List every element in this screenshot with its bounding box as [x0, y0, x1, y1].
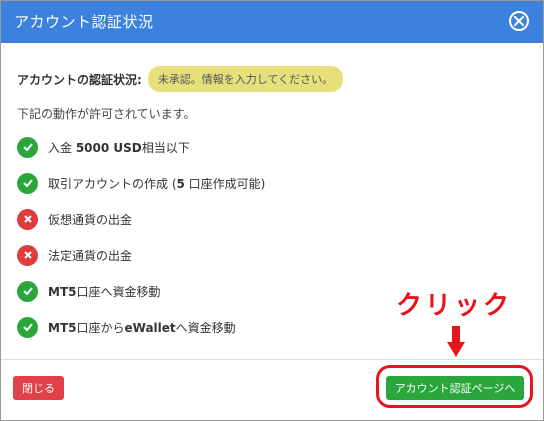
list-item: MT5口座へ資金移動	[17, 280, 265, 302]
permission-label: 仮想通貨の出金	[48, 212, 133, 227]
permission-label: MT5口座へ資金移動	[48, 284, 161, 299]
click-annotation: クリック	[396, 291, 513, 321]
status-badge: 未承認。情報を入力してください。	[147, 66, 344, 92]
permissions-intro: 下記の動作が許可されています。	[17, 107, 196, 121]
list-item: 入金 5000 USD相当以下	[17, 136, 265, 158]
close-button[interactable]: 閉じる	[13, 376, 64, 400]
dialog-title: アカウント認証状況	[14, 13, 154, 31]
account-verification-button[interactable]: アカウント認証ページへ	[386, 376, 524, 400]
check-icon	[17, 172, 38, 194]
arrow-down-icon	[447, 326, 465, 362]
close-icon[interactable]	[509, 11, 529, 31]
permission-label: 入金 5000 USD相当以下	[48, 140, 190, 155]
list-item: MT5口座からeWalletへ資金移動	[17, 316, 265, 338]
list-item: 法定通貨の出金	[17, 244, 265, 266]
check-icon	[17, 136, 38, 158]
list-item: 仮想通貨の出金	[17, 208, 265, 230]
check-icon	[17, 280, 38, 302]
check-icon	[17, 316, 38, 338]
permission-list: 入金 5000 USD相当以下 取引アカウントの作成 (5 口座作成可能) 仮想…	[17, 136, 265, 352]
status-label: アカウントの認証状況:	[17, 72, 142, 87]
permission-label: MT5口座からeWalletへ資金移動	[48, 320, 236, 335]
dialog-header: アカウント認証状況	[1, 1, 543, 43]
list-item: 取引アカウントの作成 (5 口座作成可能)	[17, 172, 265, 194]
permission-label: 取引アカウントの作成 (5 口座作成可能)	[48, 176, 266, 191]
permission-label: 法定通貨の出金	[48, 248, 133, 263]
cross-icon	[17, 208, 38, 230]
cross-icon	[17, 244, 38, 266]
account-status-row: アカウントの認証状況: 未承認。情報を入力してください。	[17, 66, 344, 92]
